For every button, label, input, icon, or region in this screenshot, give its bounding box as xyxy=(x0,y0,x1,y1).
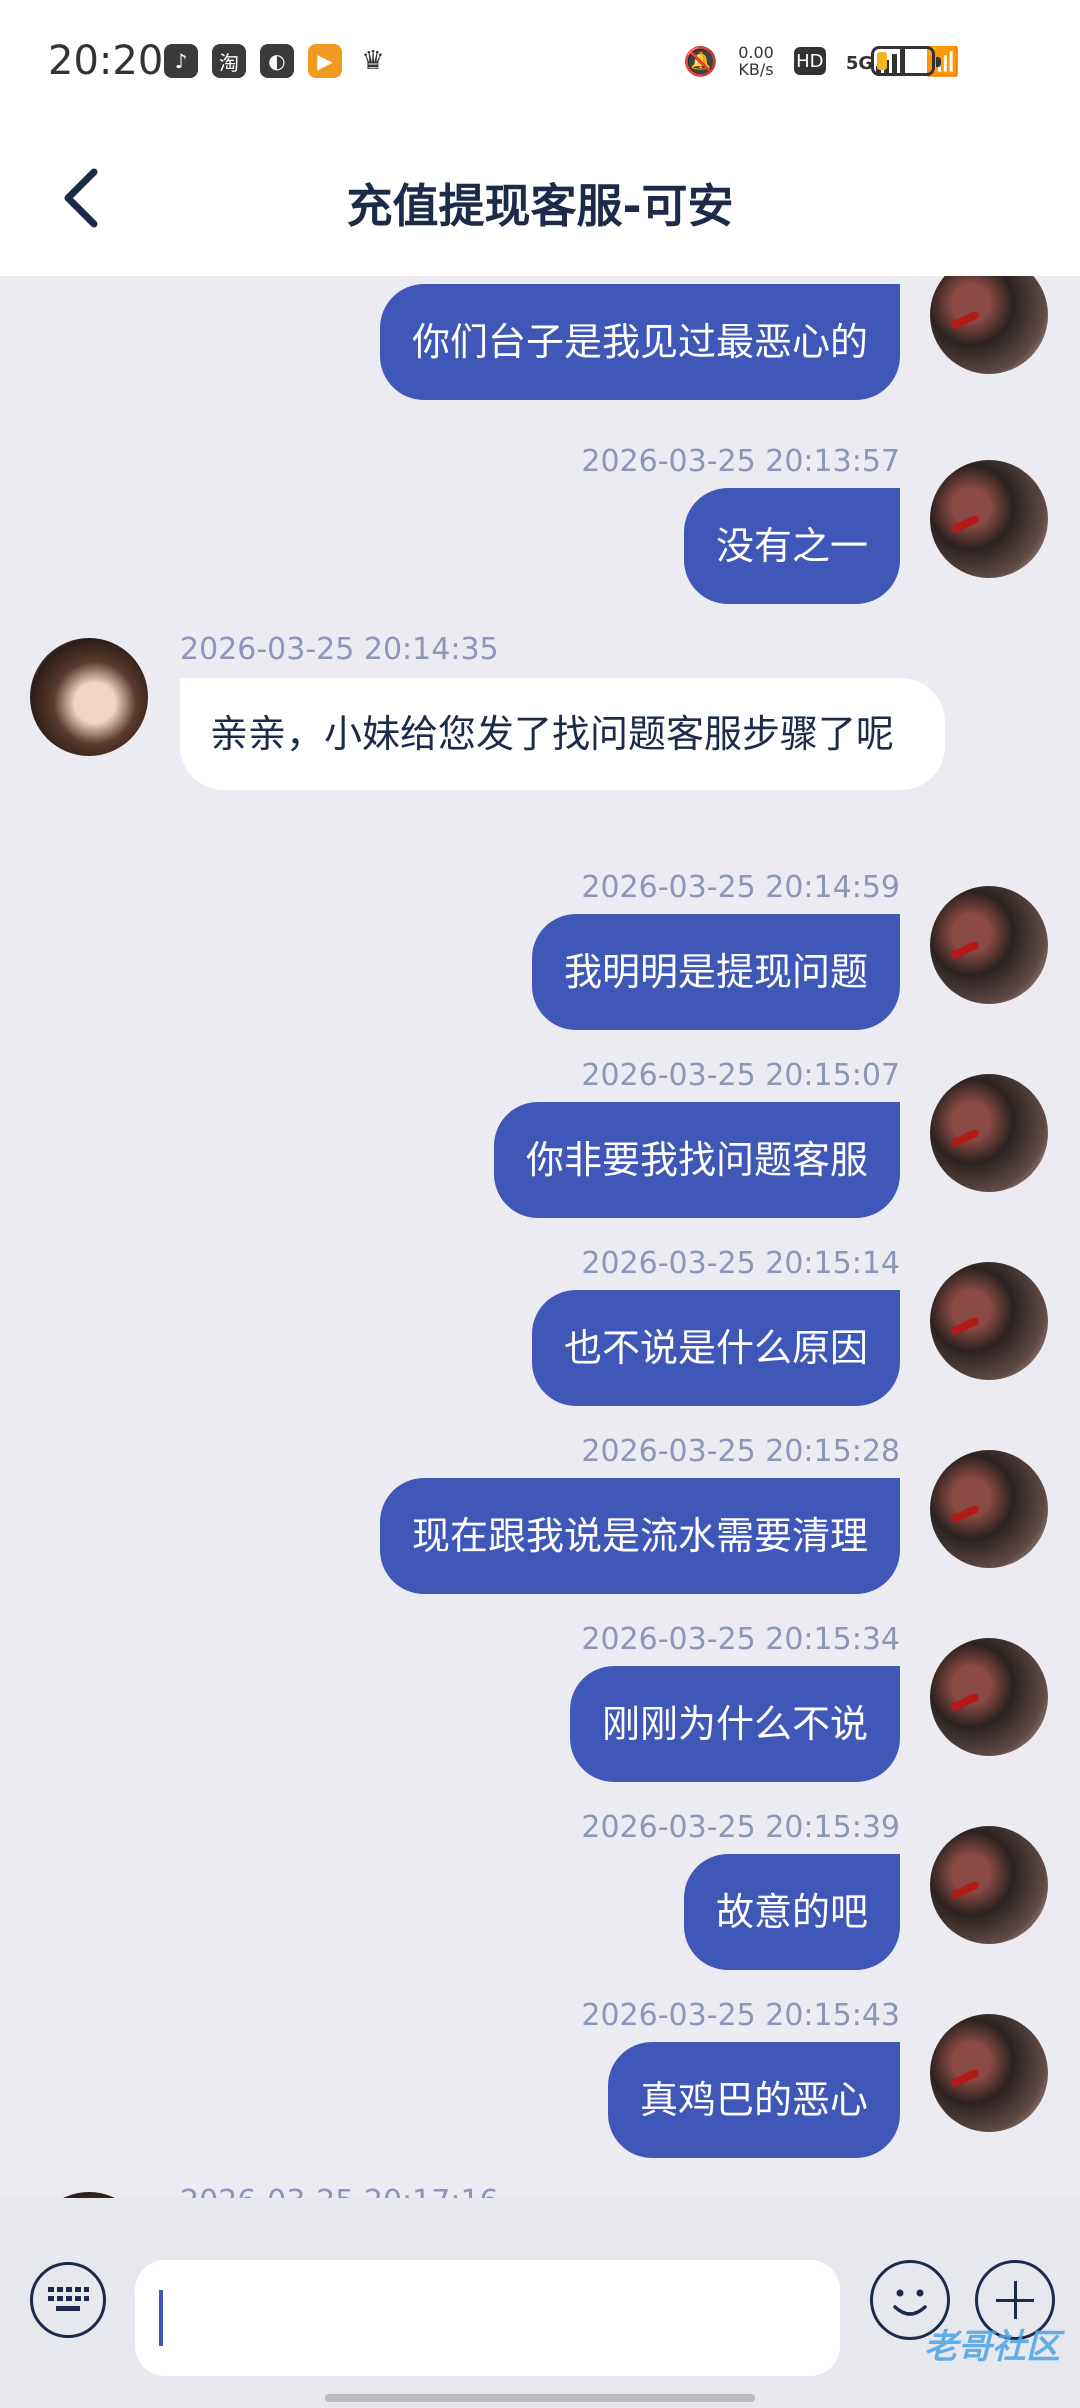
message-timestamp: 2026-03-25 20:15:34 xyxy=(581,1622,900,1657)
status-bar: 20:20 ♪ 淘 ◐ ▶ ♛ 🔕 0.00 KB/s HD 5G 📶 xyxy=(0,0,1080,130)
home-indicator[interactable] xyxy=(325,2394,755,2402)
notification-icons: ♪ 淘 ◐ ▶ ♛ xyxy=(164,44,390,78)
message-bubble[interactable]: 你们台子是我见过最恶心的 xyxy=(379,284,900,400)
message-timestamp: 2026-03-25 20:13:57 xyxy=(581,444,900,479)
message-bubble[interactable]: 现在跟我说是流水需要清理 xyxy=(379,1478,900,1594)
taobao-icon: 淘 xyxy=(212,44,246,78)
user-avatar[interactable] xyxy=(930,460,1048,578)
user-avatar[interactable] xyxy=(930,886,1048,1004)
user-avatar[interactable] xyxy=(930,1450,1048,1568)
message-bubble[interactable]: 亲亲，小妹给您发了找问题客服步骤了呢 xyxy=(180,678,945,790)
keyboard-button[interactable] xyxy=(30,2262,106,2338)
hd-icon: HD xyxy=(793,47,826,75)
message-timestamp: 2026-03-25 20:14:35 xyxy=(180,632,499,667)
message-bubble[interactable]: 我明明是提现问题 xyxy=(531,914,900,1030)
message-timestamp: 2026-03-25 20:15:43 xyxy=(581,1998,900,2033)
page-title: 充值提现客服-可安 xyxy=(346,179,734,233)
chat-list[interactable]: 你们台子是我见过最恶心的 2026-03-25 20:13:57 没有之一 20… xyxy=(0,276,1080,2198)
keyboard-icon xyxy=(48,2287,89,2311)
message-timestamp: 2026-03-25 20:15:07 xyxy=(581,1058,900,1093)
user-avatar[interactable] xyxy=(930,1074,1048,1192)
crown-icon: ♛ xyxy=(361,46,385,76)
nav-bar: 充值提现客服-可安 xyxy=(0,130,1080,276)
network-type: 5G xyxy=(845,53,874,74)
text-cursor xyxy=(159,2290,163,2346)
app-icon: ◐ xyxy=(260,44,294,78)
status-time: 20:20 xyxy=(48,38,164,84)
user-avatar[interactable] xyxy=(930,1262,1048,1380)
message-timestamp: 2026-03-25 20:14:59 xyxy=(581,870,900,905)
battery-level xyxy=(877,52,887,70)
agent-avatar[interactable] xyxy=(30,638,148,756)
message-input[interactable] xyxy=(135,2260,840,2376)
message-bubble[interactable]: 刚刚为什么不说 xyxy=(569,1666,900,1782)
video-icon: ▶ xyxy=(308,44,342,78)
message-timestamp: 2026-03-25 20:17:16 xyxy=(180,2184,499,2198)
user-avatar[interactable] xyxy=(930,276,1048,374)
message-timestamp: 2026-03-25 20:15:14 xyxy=(581,1246,900,1281)
watermark: 老哥社区 xyxy=(924,2327,1060,2367)
input-bar: 老哥社区 xyxy=(0,2198,1080,2408)
message-bubble[interactable]: 也不说是什么原因 xyxy=(531,1290,900,1406)
message-timestamp: 2026-03-25 20:15:39 xyxy=(581,1810,900,1845)
battery-icon xyxy=(871,46,941,76)
net-speed: 0.00 KB/s xyxy=(738,43,774,79)
message-bubble[interactable]: 没有之一 xyxy=(683,488,900,604)
mute-icon: 🔕 xyxy=(683,44,719,78)
user-avatar[interactable] xyxy=(930,2014,1048,2132)
message-bubble[interactable]: 真鸡巴的恶心 xyxy=(607,2042,900,2158)
user-avatar[interactable] xyxy=(930,1826,1048,1944)
tiktok-icon: ♪ xyxy=(164,44,198,78)
message-bubble[interactable]: 故意的吧 xyxy=(683,1854,900,1970)
message-timestamp: 2026-03-25 20:15:28 xyxy=(581,1434,900,1469)
user-avatar[interactable] xyxy=(930,1638,1048,1756)
message-bubble[interactable]: 你非要我找问题客服 xyxy=(493,1102,900,1218)
